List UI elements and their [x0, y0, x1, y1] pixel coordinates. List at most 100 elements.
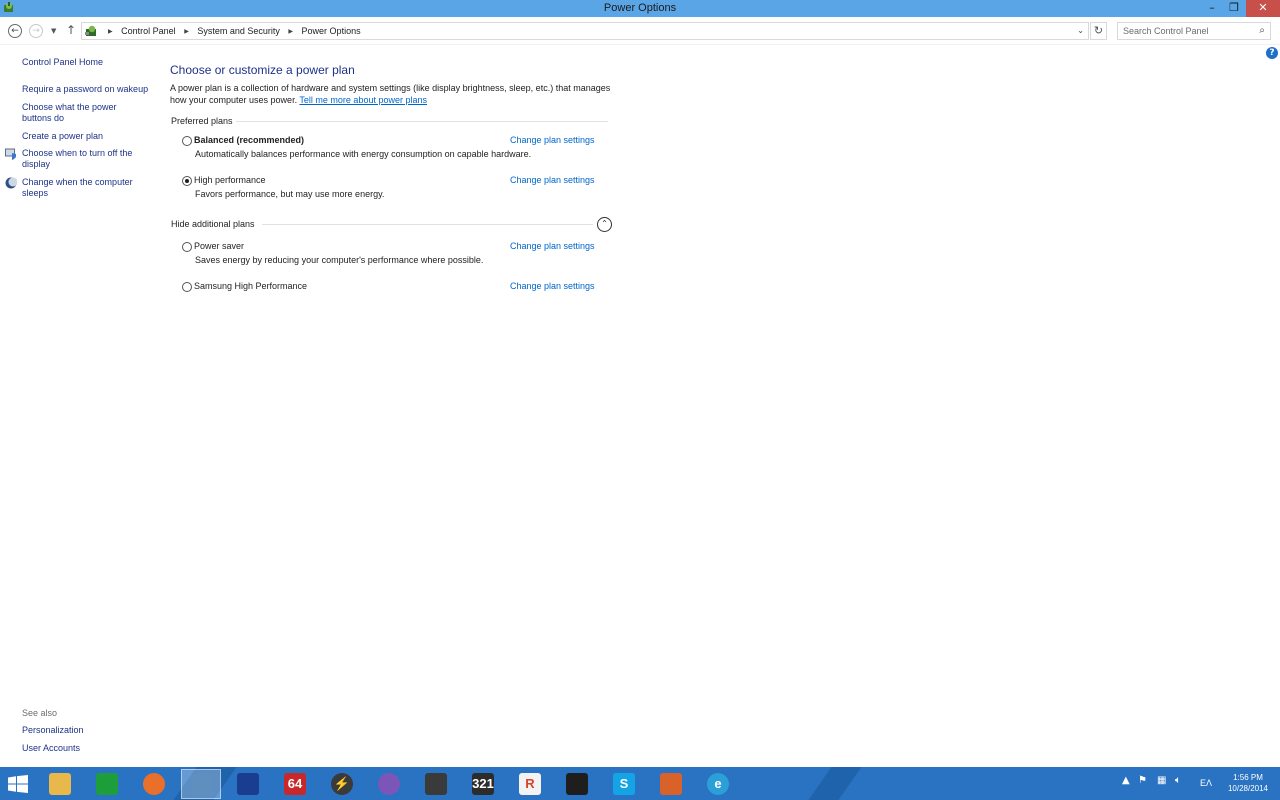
arrow-right-icon: →: [32, 26, 40, 36]
plan-samsung-high-performance-radio[interactable]: [182, 282, 192, 292]
breadcrumb-power-options[interactable]: Power Options: [302, 26, 361, 36]
require-password-link[interactable]: Require a password on wakeup: [22, 84, 154, 95]
user-accounts-link[interactable]: User Accounts: [22, 743, 154, 754]
start-button[interactable]: [8, 775, 28, 793]
plan-high-performance-change-settings-link[interactable]: Change plan settings: [510, 175, 595, 185]
breadcrumb: ▶ Control Panel ▶ System and Security ▶ …: [102, 26, 361, 36]
chevron-right-icon[interactable]: ▶: [184, 28, 189, 35]
file-explorer-icon: [49, 773, 71, 795]
chevron-up-icon: ⌃: [601, 219, 608, 228]
taskbar-app-button[interactable]: [40, 769, 80, 799]
additional-plans-divider: [262, 224, 593, 225]
viber-icon: [378, 773, 400, 795]
address-bar[interactable]: ▶ Control Panel ▶ System and Security ▶ …: [81, 22, 1089, 40]
breadcrumb-control-panel[interactable]: Control Panel: [121, 26, 176, 36]
collapse-plans-button[interactable]: ⌃: [597, 217, 612, 232]
preferred-plans-label: Preferred plans: [171, 116, 233, 126]
plan-samsung-high-performance-change-settings-link[interactable]: Change plan settings: [510, 281, 595, 291]
taskbar-app-button[interactable]: [228, 769, 268, 799]
plan-power-saver-description: Saves energy by reducing your computer's…: [195, 255, 484, 265]
plan-power-saver-name[interactable]: Power saver: [194, 241, 244, 251]
refresh-icon: ↻: [1093, 24, 1104, 37]
taskbar-decoration: [808, 767, 862, 800]
clock[interactable]: 1:56 PM 10/28/2014: [1220, 772, 1276, 794]
hide-additional-plans-label[interactable]: Hide additional plans: [171, 219, 255, 229]
taskbar-app-button[interactable]: [87, 769, 127, 799]
recent-locations-dropdown[interactable]: ▼: [51, 27, 56, 35]
back-button[interactable]: ←: [8, 24, 22, 38]
action-center-flag-icon[interactable]: ⚑: [1138, 775, 1147, 786]
forward-button[interactable]: →: [29, 24, 43, 38]
internet-explorer-icon: e: [707, 773, 729, 795]
plan-high-performance-name[interactable]: High performance: [194, 175, 266, 185]
turn-off-display-link[interactable]: Choose when to turn off the display: [22, 148, 142, 170]
power-buttons-link[interactable]: Choose what the power buttons do: [22, 102, 132, 124]
taskbar-app-button[interactable]: R: [510, 769, 550, 799]
chevron-right-icon[interactable]: ▶: [288, 28, 293, 35]
taskbar-app-button[interactable]: S: [604, 769, 644, 799]
skype-icon: S: [613, 773, 635, 795]
personalization-link[interactable]: Personalization: [22, 725, 154, 736]
page-title: Choose or customize a power plan: [170, 63, 355, 77]
chevron-down-icon[interactable]: ⌄: [1077, 26, 1084, 35]
create-power-plan-link[interactable]: Create a power plan: [22, 131, 154, 142]
title-bar: Power Options – ❐ ✕: [0, 0, 1280, 17]
taskbar-app-button[interactable]: 64: [275, 769, 315, 799]
preferred-plans-divider: [236, 121, 608, 122]
plan-power-saver-change-settings-link[interactable]: Change plan settings: [510, 241, 595, 251]
see-also-label: See also: [22, 708, 58, 718]
refresh-button[interactable]: ↻: [1090, 22, 1107, 40]
plan-high-performance-radio[interactable]: [182, 176, 192, 186]
taskbar-app-button[interactable]: [369, 769, 409, 799]
video-app-icon: 321: [472, 773, 494, 795]
search-input[interactable]: [1123, 25, 1253, 37]
chevron-right-icon: ▶: [108, 29, 113, 35]
taskbar-app-button[interactable]: 321: [463, 769, 503, 799]
moon-icon: [5, 177, 17, 189]
taskbar-app-button[interactable]: [557, 769, 597, 799]
taskbar-app-button[interactable]: [181, 769, 221, 799]
store-icon: [96, 773, 118, 795]
taskbar-app-button[interactable]: [416, 769, 456, 799]
control-panel-icon: [85, 25, 96, 36]
search-box[interactable]: ⌕: [1117, 22, 1271, 40]
network-icon[interactable]: ▦: [1157, 775, 1166, 786]
plan-balanced-name[interactable]: Balanced (recommended): [194, 135, 304, 145]
minimize-button[interactable]: –: [1200, 0, 1224, 17]
plan-balanced-radio[interactable]: [182, 136, 192, 146]
window-title: Power Options: [603, 2, 677, 14]
office-app-icon: [660, 773, 682, 795]
control-panel-home-link[interactable]: Control Panel Home: [22, 57, 154, 68]
r-app-icon: R: [519, 773, 541, 795]
close-button[interactable]: ✕: [1246, 0, 1280, 17]
aida64-icon: 64: [284, 773, 306, 795]
navigation-bar: ← → ▼ ↑ ▶ Control Panel ▶ System and Sec…: [0, 17, 1280, 45]
firefox-icon: [143, 773, 165, 795]
plan-high-performance-description: Favors performance, but may use more ene…: [195, 189, 385, 199]
monitor-shield-icon: [5, 148, 16, 160]
taskbar-app-button[interactable]: [651, 769, 691, 799]
plan-power-saver-radio[interactable]: [182, 242, 192, 252]
taskbar-app-button[interactable]: ⚡: [322, 769, 362, 799]
computer-sleeps-link[interactable]: Change when the computer sleeps: [22, 177, 142, 199]
help-icon[interactable]: ?: [1266, 47, 1278, 59]
up-button[interactable]: ↑: [66, 23, 76, 37]
clock-time: 1:56 PM: [1233, 773, 1263, 782]
input-language-indicator[interactable]: EΛ: [1200, 778, 1212, 788]
nero-icon: [237, 773, 259, 795]
volume-icon[interactable]: 🔈︎: [1175, 775, 1181, 786]
taskbar-app-button[interactable]: [134, 769, 174, 799]
control-panel-icon: [191, 774, 213, 796]
search-icon[interactable]: ⌕: [1259, 25, 1265, 36]
taskbar-app-button[interactable]: e: [698, 769, 738, 799]
pencil-app-icon: [425, 773, 447, 795]
bolt-app-icon: ⚡: [331, 773, 353, 795]
restore-button[interactable]: ❐: [1222, 0, 1246, 17]
clock-date: 10/28/2014: [1227, 784, 1269, 793]
learn-more-link[interactable]: Tell me more about power plans: [299, 95, 427, 105]
show-hidden-icons-icon[interactable]: ▲: [1122, 775, 1130, 786]
breadcrumb-system-and-security[interactable]: System and Security: [197, 26, 280, 36]
plan-samsung-high-performance-name[interactable]: Samsung High Performance: [194, 281, 307, 291]
plan-balanced-change-settings-link[interactable]: Change plan settings: [510, 135, 595, 145]
taskbar: 64 ⚡ 321 R Se: [0, 767, 1280, 800]
